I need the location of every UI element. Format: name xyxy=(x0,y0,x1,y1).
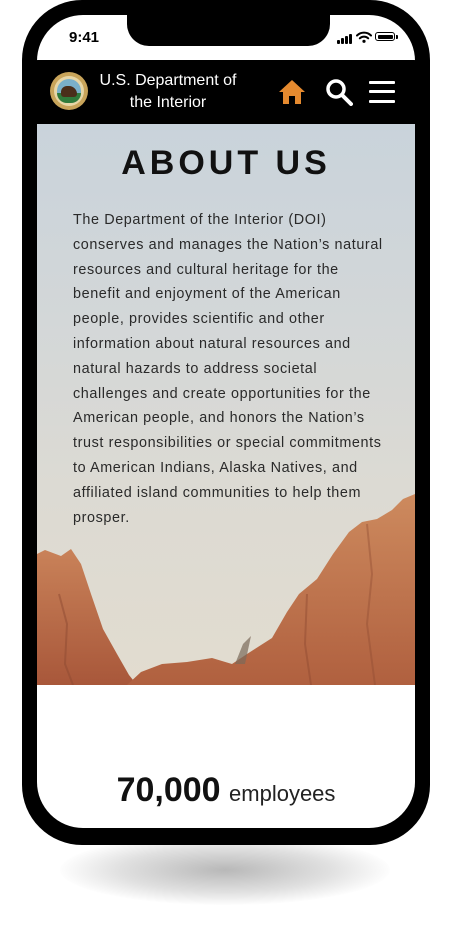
battery-cap xyxy=(396,35,398,39)
status-icons xyxy=(337,30,401,44)
menu-icon[interactable] xyxy=(369,80,395,104)
about-title: ABOUT US xyxy=(121,144,331,182)
site-title-line-1: U.S. Department of xyxy=(99,72,237,89)
wifi-icon xyxy=(356,31,372,43)
about-section: ABOUT US The Department of the Interior … xyxy=(37,124,415,685)
battery-icon xyxy=(375,32,395,41)
site-title-line-2: the Interior xyxy=(129,94,207,111)
site-title[interactable]: U.S. Department of the Interior xyxy=(93,70,243,114)
about-description: The Department of the Interior (DOI) con… xyxy=(73,212,383,526)
search-icon[interactable] xyxy=(325,78,353,106)
phone-screen: 9:41 U.S. Department of the Interior ABO… xyxy=(37,15,415,828)
status-time: 9:41 xyxy=(69,29,100,46)
employees-label: employees xyxy=(229,781,336,806)
employees-stat: 70,000 employees xyxy=(37,771,415,810)
phone-shadow xyxy=(60,835,390,905)
department-seal-logo[interactable] xyxy=(50,72,88,110)
site-header: U.S. Department of the Interior xyxy=(37,60,415,124)
home-icon[interactable] xyxy=(277,78,307,106)
notch xyxy=(127,15,330,46)
employees-count: 70,000 xyxy=(116,771,221,809)
phone-frame: 9:41 U.S. Department of the Interior ABO… xyxy=(22,0,430,845)
